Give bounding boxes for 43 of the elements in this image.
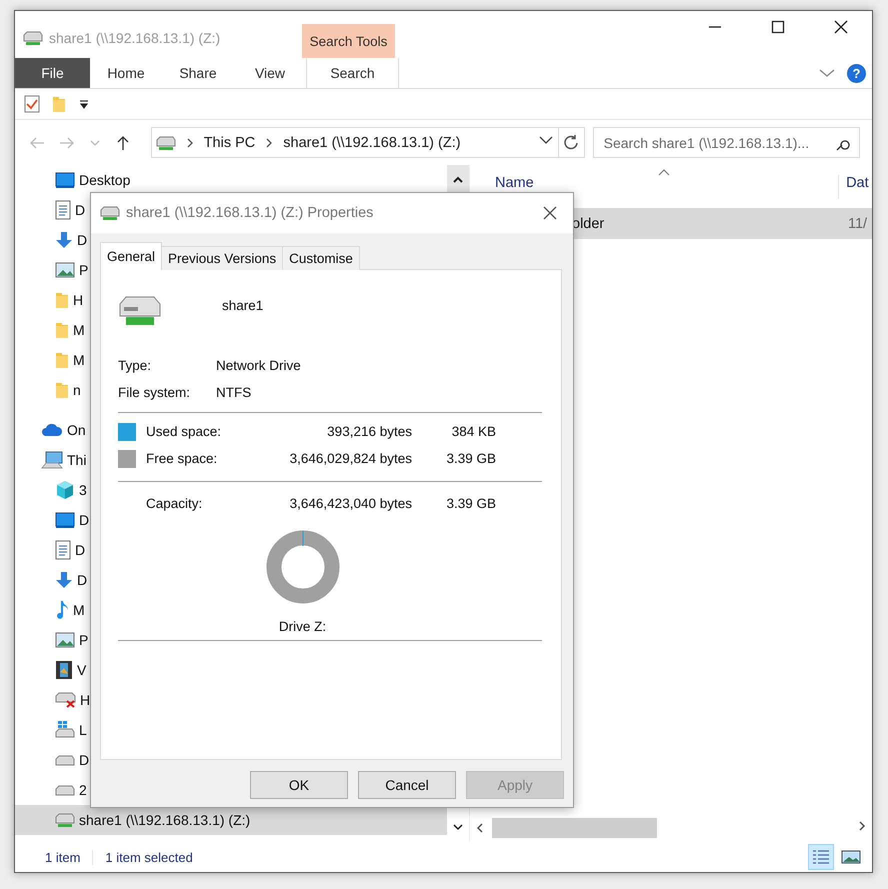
capacity-bytes: 3,646,423,040 bytes: [288, 496, 412, 511]
sidebar-item-label: P: [79, 262, 88, 278]
space-bytes: 3,646,029,824 bytes: [288, 451, 412, 466]
capacity-label: Capacity:: [145, 496, 204, 511]
sidebar-item-label: L: [79, 722, 87, 738]
sidebar-item-label: D: [77, 232, 88, 248]
dialog-title: share1 (\\192.168.13.1) (Z:) Properties: [126, 205, 374, 221]
sidebar-item-label: M: [73, 602, 85, 618]
space-bytes: 393,216 bytes: [326, 424, 412, 439]
property-value: NTFS: [216, 385, 252, 400]
property-value: Network Drive: [216, 358, 301, 373]
sidebar-item-label: M: [73, 322, 85, 338]
property-label: Type:: [118, 358, 152, 373]
space-size: 3.39 GB: [445, 451, 496, 466]
sidebar-item-label: 2: [79, 782, 87, 798]
sidebar-item-label: D: [79, 752, 90, 768]
sidebar-item-label: P: [79, 632, 88, 648]
sidebar-item-label: H: [80, 692, 90, 708]
window-title: share1 (\\192.168.13.1) (Z:): [49, 30, 220, 46]
sidebar-item-label: M: [73, 352, 85, 368]
space-size: 384 KB: [450, 424, 496, 439]
sidebar-item-label: H: [73, 292, 84, 308]
space-label: Free space:: [146, 451, 218, 466]
sidebar-item-label: 3: [79, 482, 87, 498]
sidebar-item-label: D: [79, 512, 90, 528]
status-text: 1 item: [33, 850, 94, 864]
file-date: 11/: [847, 216, 868, 232]
sidebar-item-label: D: [77, 572, 88, 588]
drive-label: Drive Z:: [278, 619, 326, 634]
sidebar-item-label: On: [67, 422, 86, 438]
sidebar-item-label: Thi: [67, 452, 86, 468]
capacity-size: 3.39 GB: [445, 496, 496, 511]
status-text: 1 item selected: [104, 850, 194, 864]
sidebar-item-label: V: [77, 662, 86, 678]
drive-name: share1: [222, 297, 264, 313]
sidebar-item-label: n: [73, 382, 81, 398]
sidebar-item-label: D: [75, 542, 86, 558]
property-label: File system:: [118, 385, 192, 400]
sidebar-item-label: Desktop: [79, 172, 130, 188]
space-label: Used space:: [146, 424, 222, 439]
sidebar-item-label: D: [75, 202, 86, 218]
sidebar-item-label: share1 (\\192.168.13.1) (Z:): [79, 812, 250, 828]
context-tab-group-label: Search Tools: [302, 24, 395, 58]
